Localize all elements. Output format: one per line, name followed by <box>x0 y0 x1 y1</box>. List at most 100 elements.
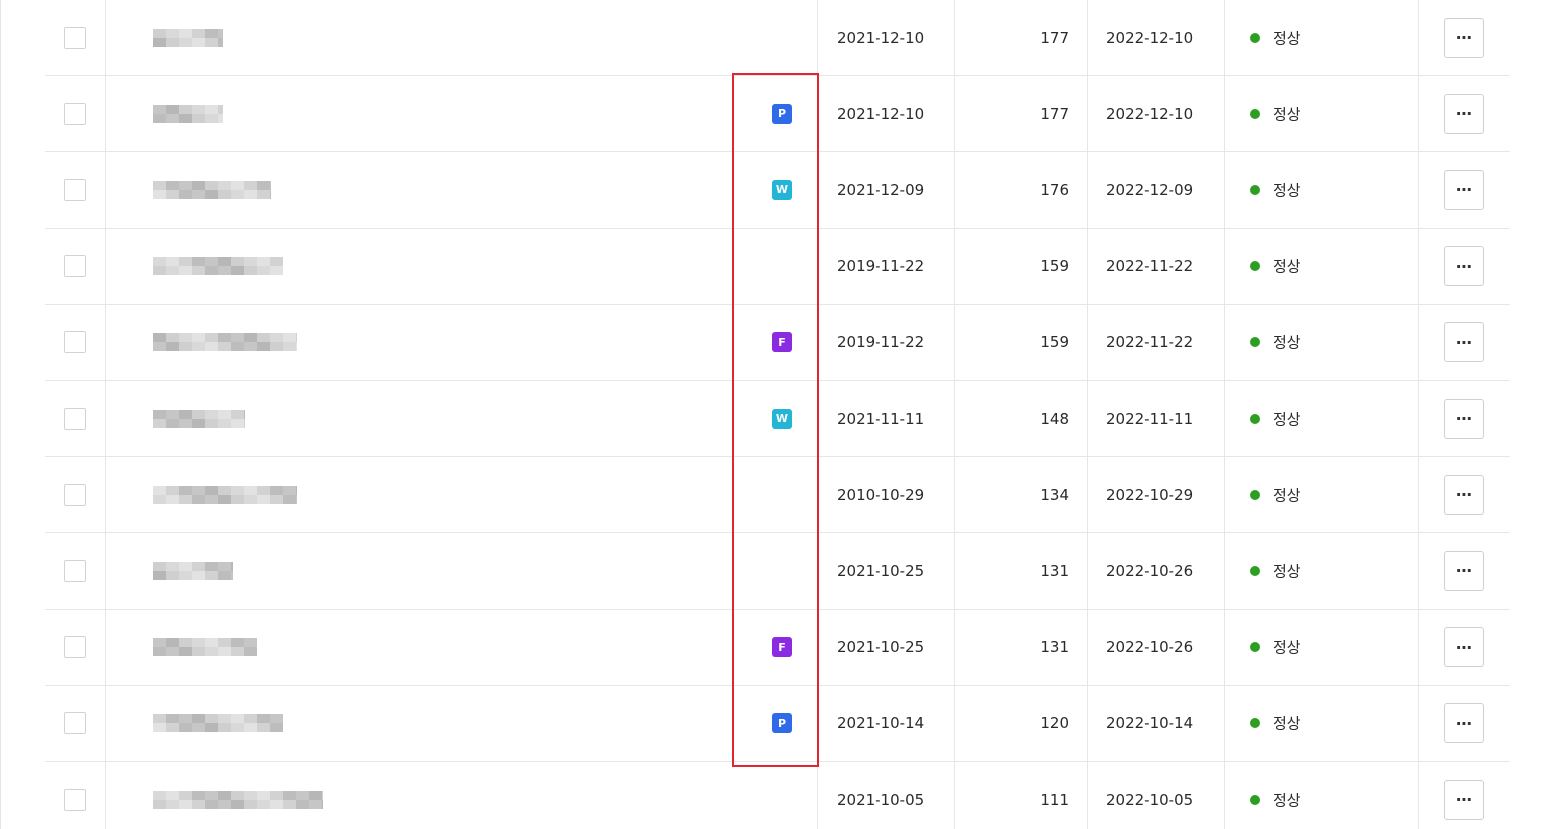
column-divider <box>817 685 818 762</box>
status-label: 정상 <box>1273 333 1301 352</box>
column-divider <box>1224 685 1225 762</box>
column-divider <box>1224 304 1225 381</box>
end-date: 2022-10-26 <box>1106 561 1194 580</box>
column-divider <box>1224 533 1225 610</box>
count-value: 159 <box>1040 257 1069 276</box>
status-label: 정상 <box>1273 29 1301 48</box>
end-date: 2022-10-14 <box>1106 714 1194 733</box>
count-value: 159 <box>1040 333 1069 352</box>
more-options-button[interactable]: ⋯ <box>1444 322 1484 363</box>
column-divider <box>1224 457 1225 534</box>
row-checkbox[interactable] <box>64 26 86 49</box>
more-options-button[interactable]: ⋯ <box>1444 169 1484 210</box>
status-label: 정상 <box>1273 105 1301 124</box>
row-checkbox[interactable] <box>64 255 86 278</box>
end-date: 2022-11-22 <box>1106 333 1194 352</box>
status-label: 정상 <box>1273 410 1301 429</box>
column-divider <box>1087 761 1088 829</box>
status-dot-icon <box>1250 337 1260 348</box>
table-row[interactable]: F 2019-11-22 159 2022-11-22 정상 ⋯ <box>45 304 1510 381</box>
table-row[interactable]: W 2021-11-11 148 2022-11-11 정상 ⋯ <box>45 380 1510 458</box>
more-options-button[interactable]: ⋯ <box>1444 474 1484 515</box>
blurred-name <box>140 762 328 829</box>
table-row[interactable]: P 2021-10-14 120 2022-10-14 정상 ⋯ <box>45 685 1510 762</box>
status-label: 정상 <box>1273 181 1301 200</box>
start-date: 2021-10-25 <box>837 638 925 657</box>
more-icon: ⋯ <box>1456 561 1472 581</box>
count-value: 148 <box>1040 409 1069 428</box>
more-options-button[interactable]: ⋯ <box>1444 398 1484 439</box>
count-value: 177 <box>1040 104 1069 123</box>
more-options-button[interactable]: ⋯ <box>1444 17 1484 58</box>
more-options-button[interactable]: ⋯ <box>1444 627 1484 668</box>
start-date: 2021-11-11 <box>837 409 925 428</box>
status-dot-icon <box>1250 794 1260 805</box>
row-checkbox[interactable] <box>64 712 86 735</box>
row-checkbox[interactable] <box>64 788 86 811</box>
column-divider <box>105 761 106 829</box>
blurred-name <box>140 533 328 608</box>
row-checkbox[interactable] <box>64 331 86 354</box>
row-checkbox[interactable] <box>64 102 86 125</box>
column-divider <box>105 152 106 229</box>
data-table: 2021-12-10 177 2022-12-10 정상 ⋯ P 2021-12-10 177… <box>45 0 1510 829</box>
type-badge-w: W <box>772 408 792 429</box>
column-divider <box>105 533 106 610</box>
column-divider <box>105 609 106 686</box>
status-dot-icon <box>1250 184 1260 195</box>
type-badge-p: P <box>772 103 792 124</box>
table-row[interactable]: F 2021-10-25 131 2022-10-26 정상 ⋯ <box>45 609 1510 686</box>
type-badge-f: F <box>772 637 792 658</box>
more-options-button[interactable]: ⋯ <box>1444 246 1484 287</box>
status-label: 정상 <box>1273 791 1301 810</box>
column-divider <box>817 76 818 153</box>
type-badge-p: P <box>772 713 792 734</box>
end-date: 2022-10-26 <box>1106 638 1194 657</box>
column-divider <box>1087 152 1088 229</box>
row-checkbox[interactable] <box>64 483 86 506</box>
table-row[interactable]: W 2021-12-09 176 2022-12-09 정상 ⋯ <box>45 152 1510 229</box>
end-date: 2022-11-22 <box>1106 257 1194 276</box>
status-label: 정상 <box>1273 714 1301 733</box>
column-divider <box>1224 76 1225 153</box>
more-icon: ⋯ <box>1456 28 1472 48</box>
start-date: 2021-12-10 <box>837 28 925 47</box>
blurred-name <box>140 229 328 304</box>
status-dot-icon <box>1250 642 1260 653</box>
start-date: 2021-10-14 <box>837 714 925 733</box>
row-checkbox[interactable] <box>64 407 86 430</box>
column-divider <box>817 152 818 229</box>
more-options-button[interactable]: ⋯ <box>1444 93 1484 134</box>
more-options-button[interactable]: ⋯ <box>1444 779 1484 820</box>
row-checkbox[interactable] <box>64 178 86 201</box>
start-date: 2010-10-29 <box>837 485 925 504</box>
column-divider <box>817 380 818 458</box>
column-divider <box>1087 533 1088 610</box>
status-label: 정상 <box>1273 486 1301 505</box>
blurred-name <box>140 152 328 227</box>
table-row[interactable]: 2021-12-10 177 2022-12-10 정상 ⋯ <box>45 0 1510 77</box>
count-value: 177 <box>1040 28 1069 47</box>
more-options-button[interactable]: ⋯ <box>1444 550 1484 591</box>
column-divider <box>105 76 106 153</box>
more-icon: ⋯ <box>1456 332 1472 352</box>
table-row[interactable]: 2019-11-22 159 2022-11-22 정상 ⋯ <box>45 228 1510 305</box>
column-divider <box>1224 228 1225 305</box>
column-divider <box>817 533 818 610</box>
table-page: 2021-12-10 177 2022-12-10 정상 ⋯ P 2021-12-10 177… <box>0 0 1553 829</box>
more-options-button[interactable]: ⋯ <box>1444 703 1484 744</box>
more-icon: ⋯ <box>1456 409 1472 429</box>
table-row[interactable]: P 2021-12-10 177 2022-12-10 정상 ⋯ <box>45 76 1510 153</box>
column-divider <box>1087 380 1088 458</box>
column-divider <box>817 228 818 305</box>
table-row[interactable]: 2010-10-29 134 2022-10-29 정상 ⋯ <box>45 457 1510 534</box>
column-divider <box>1418 685 1419 762</box>
start-date: 2019-11-22 <box>837 333 925 352</box>
table-row[interactable]: 2021-10-25 131 2022-10-26 정상 ⋯ <box>45 533 1510 610</box>
blurred-name <box>140 305 328 380</box>
table-row[interactable]: 2021-10-05 111 2022-10-05 정상 ⋯ <box>45 761 1510 829</box>
status-dot-icon <box>1250 32 1260 43</box>
row-checkbox[interactable] <box>64 636 86 659</box>
left-border <box>0 0 1 829</box>
row-checkbox[interactable] <box>64 559 86 582</box>
